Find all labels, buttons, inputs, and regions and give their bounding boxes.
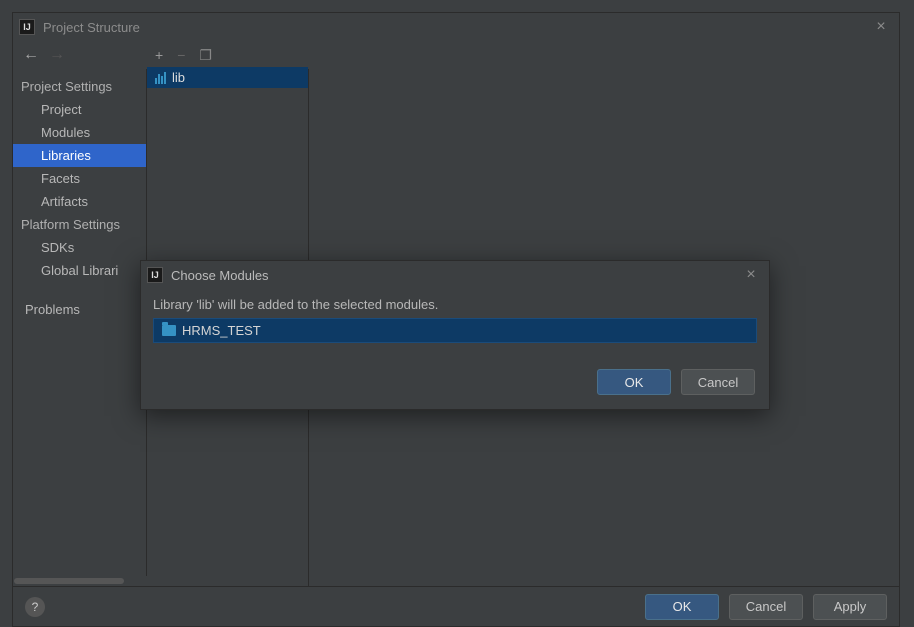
help-button[interactable]: ? [25,597,45,617]
dialog-footer: OK Cancel [141,359,769,409]
dialog-title: Choose Modules [171,268,739,283]
nav-forward-icon: → [49,46,65,64]
sidebar-item-artifacts[interactable]: Artifacts [13,190,146,213]
nav-toolbar: ← → [13,41,899,69]
library-icon [155,72,166,84]
copy-library-icon[interactable]: ❐ [199,47,212,64]
dialog-message: Library 'lib' will be added to the selec… [153,297,757,312]
app-icon: IJ [19,19,35,35]
module-list-item[interactable]: HRMS_TEST [153,318,757,343]
sidebar-item-libraries[interactable]: Libraries [13,144,146,167]
window-footer: ? OK Cancel Apply [13,586,899,626]
module-item-label: HRMS_TEST [182,323,261,338]
sidebar-item-sdks[interactable]: SDKs [13,236,146,259]
apply-button[interactable]: Apply [813,594,887,620]
project-settings-header: Project Settings [13,75,146,98]
sidebar-scrollbar[interactable] [14,576,147,586]
dialog-ok-button[interactable]: OK [597,369,671,395]
window-title: Project Structure [43,20,869,35]
sidebar: Project Settings Project Modules Librari… [13,69,147,586]
choose-modules-dialog: IJ Choose Modules × Library 'lib' will b… [140,260,770,410]
window-titlebar: IJ Project Structure × [13,13,899,41]
sidebar-item-modules[interactable]: Modules [13,121,146,144]
sidebar-item-problems[interactable]: Problems [13,298,146,321]
ok-button[interactable]: OK [645,594,719,620]
sidebar-item-global-libraries[interactable]: Global Librari [13,259,146,282]
dialog-app-icon: IJ [147,267,163,283]
dialog-body: Library 'lib' will be added to the selec… [141,289,769,359]
dialog-cancel-button[interactable]: Cancel [681,369,755,395]
platform-settings-header: Platform Settings [13,213,146,236]
nav-back-icon[interactable]: ← [23,46,39,64]
add-library-icon[interactable]: + [155,47,163,63]
dialog-close-icon[interactable]: × [739,266,763,284]
library-item-label: lib [172,70,185,85]
sidebar-item-project[interactable]: Project [13,98,146,121]
cancel-button[interactable]: Cancel [729,594,803,620]
sidebar-item-facets[interactable]: Facets [13,167,146,190]
library-list-toolbar: + − ❐ [147,43,308,67]
remove-library-icon[interactable]: − [177,47,185,63]
close-icon[interactable]: × [869,18,893,36]
library-item-lib[interactable]: lib [147,67,308,88]
dialog-titlebar: IJ Choose Modules × [141,261,769,289]
module-folder-icon [162,325,176,336]
